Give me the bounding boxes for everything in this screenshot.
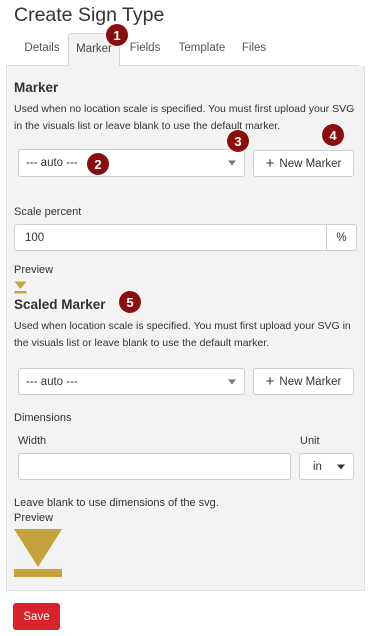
annotation-badge-1: 1	[106, 24, 128, 46]
unit-select-value: in	[313, 460, 322, 473]
marker-help-text: Used when no location scale is specified…	[14, 103, 355, 132]
unit-label: Unit	[300, 435, 320, 447]
scale-percent-label: Scale percent	[14, 206, 82, 218]
unit-select[interactable]: in	[299, 453, 354, 480]
scaled-marker-select[interactable]: --- auto ---	[18, 368, 245, 395]
scale-percent-input[interactable]: 100	[14, 224, 327, 251]
scaled-marker-preview-label: Preview	[14, 512, 54, 524]
dimensions-hint: Leave blank to use dimensions of the svg…	[14, 497, 219, 509]
tab-fields[interactable]: Fields	[124, 33, 166, 66]
percent-addon: %	[326, 224, 357, 251]
marker-preview-label: Preview	[14, 264, 54, 276]
annotation-badge-4: 4	[322, 124, 344, 146]
save-button[interactable]: Save	[13, 603, 60, 630]
chevron-down-icon	[228, 160, 236, 166]
tab-template[interactable]: Template	[172, 33, 232, 66]
scaled-marker-section-title: Scaled Marker	[14, 297, 106, 312]
new-scaled-marker-button[interactable]: + New Marker	[253, 368, 354, 395]
plus-icon: +	[265, 155, 275, 172]
marker-select[interactable]: --- auto ---	[18, 149, 245, 177]
new-scaled-marker-button-label: New Marker	[279, 375, 342, 388]
tab-bar: Details Marker Fields Template Files	[6, 33, 359, 67]
scaled-marker-help-text: Used when location scale is specified. Y…	[14, 320, 351, 349]
dimensions-label: Dimensions	[14, 412, 72, 424]
chevron-down-icon	[228, 379, 236, 384]
new-marker-button-label: New Marker	[279, 157, 342, 170]
page-title: Create Sign Type	[14, 4, 165, 26]
chevron-down-icon	[337, 464, 345, 469]
marker-section-title: Marker	[14, 80, 59, 95]
tab-details[interactable]: Details	[16, 33, 68, 66]
scaled-marker-select-value: --- auto ---	[26, 375, 78, 388]
annotation-badge-3: 3	[227, 130, 249, 152]
width-label: Width	[18, 435, 47, 447]
new-marker-button[interactable]: + New Marker	[253, 150, 354, 177]
marker-select-value: --- auto ---	[26, 157, 78, 169]
marker-preview-icon	[14, 281, 27, 294]
plus-icon: +	[265, 373, 275, 390]
tab-files[interactable]: Files	[234, 33, 274, 66]
annotation-badge-5: 5	[119, 291, 141, 313]
width-input[interactable]	[18, 453, 291, 480]
annotation-badge-2: 2	[87, 153, 109, 175]
scale-percent-value: 100	[25, 231, 45, 244]
scaled-marker-preview-icon	[14, 529, 62, 577]
